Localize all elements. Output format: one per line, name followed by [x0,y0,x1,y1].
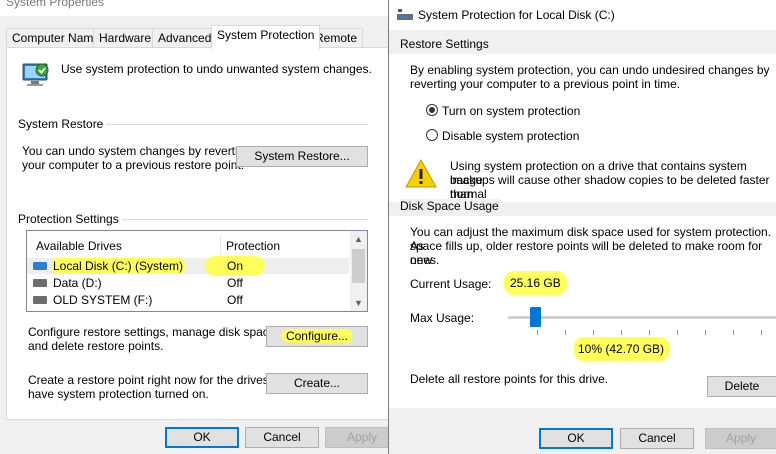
current-usage-label: Current Usage: [410,277,492,291]
slider-tick [705,330,706,335]
drive-icon [33,296,47,304]
intro-text: Use system protection to undo unwanted s… [61,62,372,76]
dialog-title: System Protection for Local Disk (C:) [418,8,615,22]
apply-button[interactable]: Apply [705,428,776,449]
cancel-button[interactable]: Cancel [620,428,694,449]
vertical-scrollbar[interactable]: ▲ ▼ [350,231,367,311]
restore-desc-2: reverting your computer to a previous po… [410,77,681,91]
warning-icon [404,158,438,190]
disable-label[interactable]: Disable system protection [442,129,579,143]
scroll-down-icon[interactable]: ▼ [354,298,363,308]
system-drive-icon [33,262,47,270]
system-protection-icon [397,8,413,22]
column-divider [220,235,221,255]
disk-space-heading: Disk Space Usage [400,199,501,213]
max-usage-label: Max Usage: [410,311,475,325]
turn-on-label[interactable]: Turn on system protection [442,104,580,118]
protection-settings-heading: Protection Settings [18,212,122,226]
tab-computer-name[interactable]: Computer Name [6,28,107,48]
delete-desc: Delete all restore points for this drive… [410,372,609,386]
system-restore-heading: System Restore [18,117,107,131]
scroll-up-icon[interactable]: ▲ [354,234,363,244]
create-desc-2: have system protection turned on. [28,387,209,401]
tab-hardware[interactable]: Hardware [93,28,158,48]
restore-settings-heading: Restore Settings [400,37,489,51]
computer-shield-icon [20,58,52,90]
slider-tick [621,330,622,335]
disable-radio[interactable] [426,129,438,141]
slider-tick [649,330,650,335]
configure-desc-1: Configure restore settings, manage disk … [28,325,279,339]
drive-name: Local Disk (C:) (System) [51,258,186,274]
system-restore-desc-2: your computer to a previous restore poin… [22,158,245,172]
drive-icon [33,279,47,287]
slider-tick [537,330,538,335]
drive-name: OLD SYSTEM (F:) [53,293,153,307]
max-usage-slider-track[interactable] [508,316,776,319]
slider-tick [593,330,594,335]
system-properties-window: System Properties Computer Name Hardware… [0,0,399,454]
column-header-protection[interactable]: Protection [226,239,280,253]
dialog-title-bar: System Protection for Local Disk (C:) [389,0,776,30]
scroll-thumb[interactable] [352,249,365,283]
disk-desc-2: space fills up, older restore points wil… [410,239,763,267]
slider-tick [761,330,762,335]
table-row[interactable]: OLD SYSTEM (F:) Off [27,292,349,308]
table-row[interactable]: Local Disk (C:) (System) On [27,256,349,276]
divider [112,219,368,220]
divider [96,124,368,125]
configure-desc-2: and delete restore points. [28,339,164,353]
warning-text-2: backups will cause other shadow copies t… [450,173,770,201]
system-restore-button[interactable]: System Restore... [236,146,368,167]
ok-button[interactable]: OK [165,427,239,448]
disk-desc-3: ones. [410,253,440,267]
slider-tick [565,330,566,335]
cancel-button[interactable]: Cancel [245,427,319,448]
max-usage-value: 10% (42.70 GB) [574,337,671,361]
drives-list[interactable]: Available Drives Protection Local Disk (… [26,230,368,312]
delete-button[interactable]: Delete [707,376,776,397]
tab-system-protection[interactable]: System Protection [211,25,321,49]
system-protection-dialog: System Protection for Local Disk (C:) Re… [388,0,776,454]
restore-desc-1: By enabling system protection, you can u… [410,63,770,77]
drive-protection: Off [227,293,243,307]
table-row[interactable]: Data (D:) Off [27,275,349,291]
window-title: System Properties [0,0,390,16]
drive-name: Data (D:) [53,276,102,290]
turn-on-radio[interactable] [426,104,438,116]
slider-tick [677,330,678,335]
slider-tick [733,330,734,335]
system-restore-desc-1: You can undo system changes by reverting [22,144,252,158]
ok-button[interactable]: OK [539,428,613,449]
current-usage-value: 25.16 GB [504,271,567,295]
max-usage-slider-thumb[interactable] [529,307,541,327]
drive-protection: Off [227,276,243,290]
create-button[interactable]: Create... [266,373,368,394]
configure-label: Configure... [281,329,353,343]
configure-button[interactable]: Configure... [266,326,368,347]
tab-advanced[interactable]: Advanced [152,28,218,48]
create-desc-1: Create a restore point right now for the… [28,373,293,387]
drive-protection: On [205,256,265,276]
column-header-drives[interactable]: Available Drives [36,239,122,253]
